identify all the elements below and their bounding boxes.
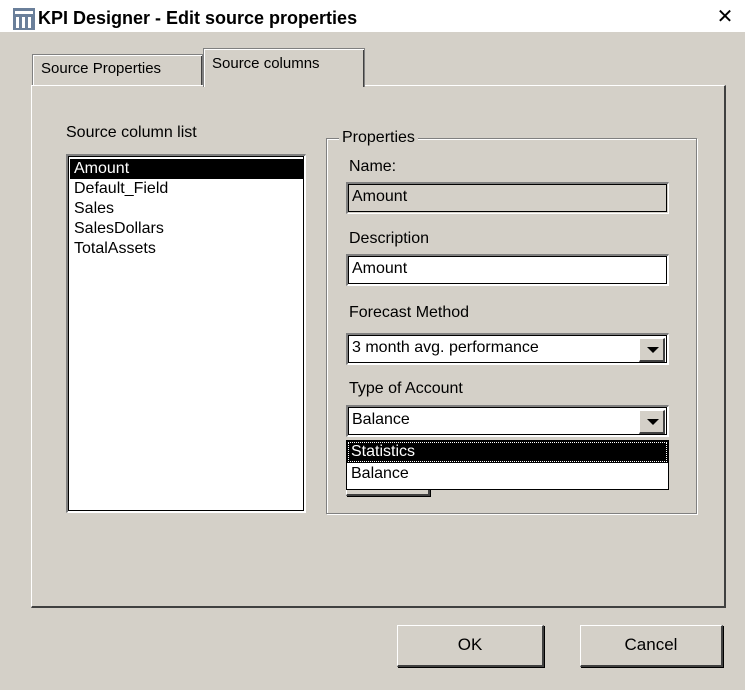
list-item[interactable]: Default_Field: [70, 179, 303, 199]
dropdown-option-balance[interactable]: Balance: [347, 463, 668, 485]
account-type-value: Balance: [352, 411, 410, 428]
account-type-label: Type of Account: [349, 380, 463, 397]
forecast-method-select[interactable]: 3 month avg. performance: [346, 333, 669, 365]
list-item[interactable]: Sales: [70, 199, 303, 219]
cancel-button[interactable]: Cancel: [580, 625, 723, 667]
close-icon[interactable]: ✕: [716, 7, 734, 27]
account-type-dropdown-list[interactable]: Statistics Balance: [346, 440, 669, 490]
list-item[interactable]: SalesDollars: [70, 219, 303, 239]
account-type-select[interactable]: Balance: [346, 405, 669, 437]
chevron-down-icon: [647, 419, 659, 425]
forecast-method-label: Forecast Method: [349, 304, 470, 321]
forecast-dropdown-button[interactable]: [639, 338, 665, 362]
source-column-list-label: Source column list: [66, 124, 197, 141]
name-field: Amount: [346, 182, 669, 214]
account-dropdown-button[interactable]: [639, 410, 665, 434]
window-title: KPI Designer - Edit source properties: [38, 8, 358, 28]
description-input[interactable]: Amount: [346, 254, 669, 286]
app-icon: [13, 8, 35, 30]
tab-source-columns[interactable]: Source columns: [203, 48, 365, 87]
tab-source-properties[interactable]: Source Properties: [32, 54, 203, 85]
list-item[interactable]: Amount: [70, 159, 303, 179]
chevron-down-icon: [647, 347, 659, 353]
forecast-method-value: 3 month avg. performance: [352, 339, 539, 356]
source-column-listbox[interactable]: Amount Default_Field Sales SalesDollars …: [66, 154, 306, 513]
list-item[interactable]: TotalAssets: [70, 239, 303, 259]
name-label: Name:: [349, 158, 397, 175]
dropdown-option-statistics[interactable]: Statistics: [347, 441, 668, 463]
description-label: Description: [349, 230, 430, 247]
title-bar: KPI Designer - Edit source properties ✕: [0, 0, 745, 32]
properties-group-label: Properties: [339, 129, 418, 147]
ok-button[interactable]: OK: [397, 625, 544, 667]
